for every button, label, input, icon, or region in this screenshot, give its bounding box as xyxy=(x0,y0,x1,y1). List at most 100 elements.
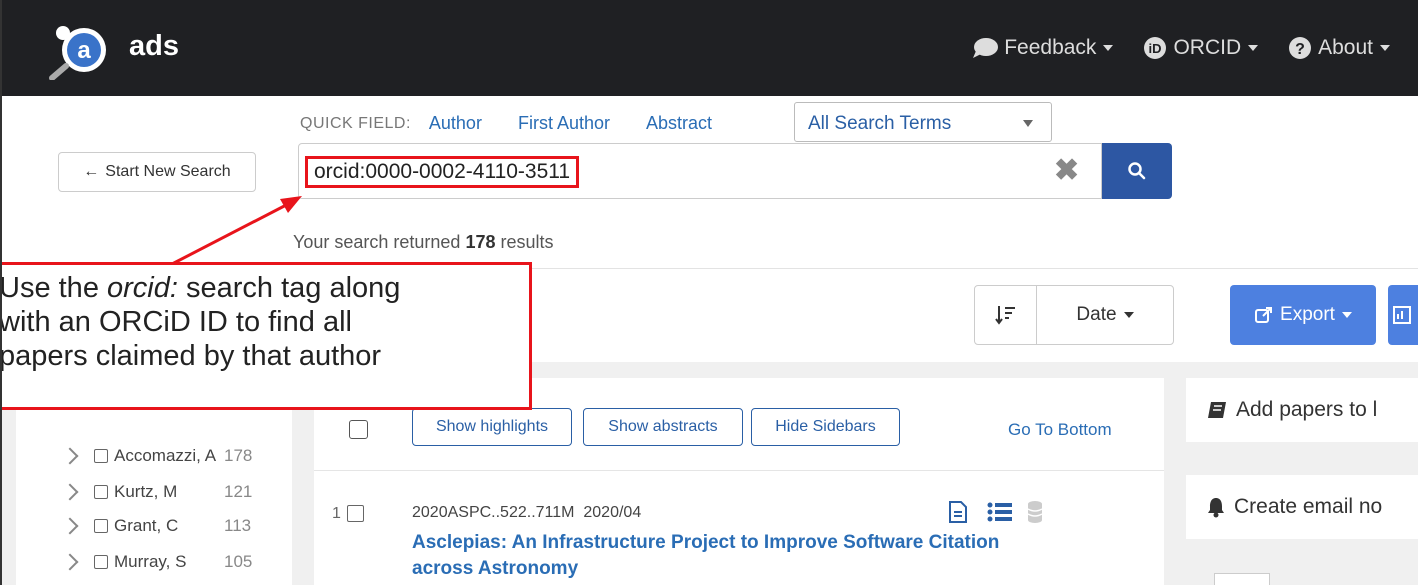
start-new-search-button[interactable]: ← Start New Search xyxy=(58,152,256,192)
svg-text:iD: iD xyxy=(1149,41,1162,56)
result-checkbox[interactable] xyxy=(347,505,364,522)
about-menu[interactable]: ? About xyxy=(1288,36,1390,60)
metrics-button[interactable] xyxy=(1388,285,1418,345)
clear-search-icon[interactable]: ✖ xyxy=(1054,156,1079,186)
result-bibcode[interactable]: 2020ASPC..522..711M 2020/04 xyxy=(412,504,641,522)
search-terms-value: All Search Terms xyxy=(808,113,952,134)
results-suffix: results xyxy=(500,232,554,252)
chevron-down-icon xyxy=(1103,45,1114,51)
facet-checkbox[interactable] xyxy=(94,449,108,463)
arrow-left-icon: ← xyxy=(83,163,100,180)
chevron-right-icon xyxy=(61,517,79,535)
result-index: 1 xyxy=(332,505,341,522)
result-resource-icons xyxy=(947,500,1043,524)
export-label: Export xyxy=(1280,304,1335,325)
bell-icon xyxy=(1208,498,1224,518)
export-button[interactable]: Export xyxy=(1230,285,1376,345)
divider xyxy=(314,470,1164,471)
facet-author-count: 121 xyxy=(224,482,253,501)
search-query-value: orcid:0000-0002-4110-3511 xyxy=(305,156,580,188)
ads-logo-text[interactable]: ads xyxy=(129,30,179,63)
chevron-down-icon xyxy=(1248,45,1259,51)
sort-field-dropdown[interactable]: Date xyxy=(1037,286,1173,344)
facet-author-item[interactable]: Kurtz, M 121 xyxy=(61,482,252,502)
results-count-text: Your search returned 178 results xyxy=(293,232,554,253)
facet-checkbox[interactable] xyxy=(94,519,108,533)
facet-author-item[interactable]: Murray, S 105 xyxy=(61,552,252,572)
create-email-label: Create email no xyxy=(1234,495,1383,518)
callout-text: Use the xyxy=(0,272,107,304)
top-navbar: a ads Feedback iD ORCID ? About xyxy=(2,0,1418,96)
search-icon xyxy=(1128,162,1146,180)
add-papers-label: Add papers to l xyxy=(1236,398,1378,421)
facet-checkbox[interactable] xyxy=(94,485,108,499)
facet-author-count: 105 xyxy=(224,552,253,571)
quick-link-author[interactable]: Author xyxy=(429,113,482,134)
quick-field-label: QUICK FIELD: xyxy=(300,114,411,132)
chevron-down-icon xyxy=(1341,312,1352,318)
facet-author-name: Grant, C xyxy=(114,516,179,535)
orcid-label: ORCID xyxy=(1173,36,1242,59)
search-input[interactable]: orcid:0000-0002-4110-3511 xyxy=(298,143,1102,199)
quick-field-bar: QUICK FIELD: Author First Author Abstrac… xyxy=(300,113,748,134)
right-panel-control[interactable] xyxy=(1214,573,1270,585)
nav-right: Feedback iD ORCID ? About xyxy=(972,0,1418,96)
chevron-down-icon xyxy=(1023,120,1033,127)
list-icon[interactable] xyxy=(987,501,1013,523)
start-new-search-label: Start New Search xyxy=(105,163,231,180)
question-circle-icon: ? xyxy=(1289,37,1312,59)
bar-chart-icon xyxy=(1393,306,1411,324)
feedback-label: Feedback xyxy=(1004,36,1097,59)
facet-author-item[interactable]: Accomazzi, A 178 xyxy=(61,446,252,466)
facet-author-count: 178 xyxy=(224,446,253,465)
ads-app: a ads Feedback iD ORCID ? About QUICK FI… xyxy=(0,0,1418,585)
facet-author-name: Accomazzi, A xyxy=(114,446,217,465)
facet-author-name: Kurtz, M xyxy=(114,482,178,501)
book-icon xyxy=(1208,402,1226,418)
quick-link-abstract[interactable]: Abstract xyxy=(646,113,712,134)
orcid-menu[interactable]: iD ORCID xyxy=(1143,36,1259,60)
callout-text: search tag along xyxy=(177,272,401,304)
about-label: About xyxy=(1318,36,1373,59)
results-prefix: Your search returned xyxy=(293,232,461,252)
annotation-callout: Use the orcid: search tag along with an … xyxy=(0,262,532,410)
facet-checkbox[interactable] xyxy=(94,555,108,569)
create-email-card[interactable]: Create email no xyxy=(1186,475,1418,539)
go-to-bottom-link[interactable]: Go To Bottom xyxy=(1008,420,1112,440)
facet-author-item[interactable]: Grant, C 113 xyxy=(61,516,251,536)
sort-field-label: Date xyxy=(1076,304,1117,325)
hide-sidebars-button[interactable]: Hide Sidebars xyxy=(751,408,900,446)
search-terms-select[interactable]: All Search Terms xyxy=(794,102,1052,142)
callout-tag: orcid: xyxy=(107,272,178,304)
chevron-right-icon xyxy=(61,483,79,501)
chevron-down-icon xyxy=(1123,312,1134,318)
document-icon[interactable] xyxy=(947,500,969,524)
show-highlights-button[interactable]: Show highlights xyxy=(412,408,572,446)
result-title-link[interactable]: Asclepias: An Infrastructure Project to … xyxy=(412,530,1052,582)
result-date: 2020/04 xyxy=(583,504,642,521)
callout-line-3: papers claimed by that author xyxy=(0,340,382,372)
results-count-number: 178 xyxy=(465,232,496,252)
search-button[interactable] xyxy=(1102,143,1172,199)
database-icon xyxy=(1027,501,1043,523)
sort-control: Date xyxy=(974,285,1174,345)
add-papers-card[interactable]: Add papers to l xyxy=(1186,378,1418,442)
quick-link-first-author[interactable]: First Author xyxy=(518,113,610,134)
callout-line-1: Use the orcid: search tag along xyxy=(0,271,529,305)
chevron-down-icon xyxy=(1380,45,1390,51)
orcid-icon: iD xyxy=(1144,37,1167,59)
sort-direction-button[interactable] xyxy=(975,286,1037,344)
chevron-right-icon xyxy=(61,447,79,465)
show-abstracts-button[interactable]: Show abstracts xyxy=(583,408,743,446)
ads-logo-icon[interactable]: a xyxy=(46,20,126,81)
result-bibcode-text: 2020ASPC..522..711M xyxy=(412,504,575,521)
facet-author-name: Murray, S xyxy=(114,552,187,571)
svg-text:a: a xyxy=(77,37,91,64)
feedback-menu[interactable]: Feedback xyxy=(972,36,1114,60)
svg-text:?: ? xyxy=(1295,41,1305,58)
sort-descending-icon xyxy=(994,306,1015,325)
select-all-checkbox[interactable] xyxy=(349,420,368,439)
chevron-right-icon xyxy=(61,553,79,571)
share-icon xyxy=(1255,307,1273,323)
chat-bubble-icon xyxy=(973,38,999,58)
